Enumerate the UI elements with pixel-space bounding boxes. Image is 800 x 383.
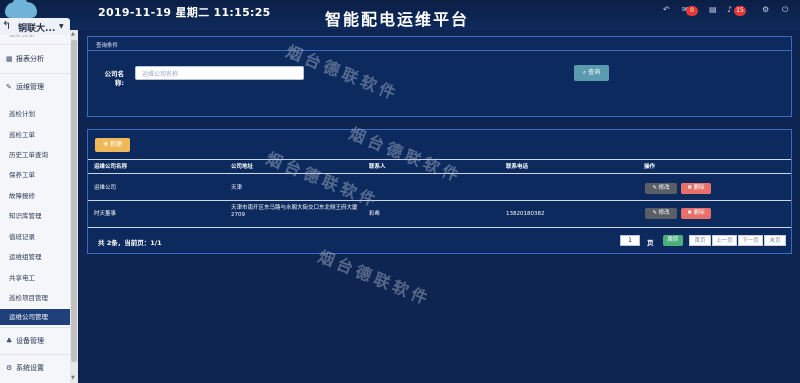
bell-icon[interactable]: ♪ [727,5,732,14]
header-datetime: 2019-11-19 星期二 11:15:25 [98,6,271,19]
page-unit-label: 页 [647,239,654,247]
table-cell-company: 时天董事 [94,211,117,217]
sidebar-item-devices[interactable]: ♣ 设备管理 [0,336,70,346]
edit-icon: ✎ [652,185,657,191]
table-icon: ▦ [6,55,13,63]
notification-badge: 15 [734,6,746,16]
sidebar-item-fault-report[interactable]: 故障报修 [0,190,70,200]
delete-button[interactable]: ✖ 删除 [681,183,711,194]
sidebar-item-shared-electrician[interactable]: 共享电工 [0,272,70,282]
first-page-button[interactable]: 首页 [689,235,711,246]
scroll-down-icon[interactable]: ▼ [71,375,75,381]
trash-icon: ✖ [687,210,692,216]
plus-icon: ✚ [103,141,109,148]
column-header-phone: 联系电话 [506,164,529,170]
trash-icon: ✖ [687,185,692,191]
scrollbar-thumb[interactable] [71,40,77,362]
sidebar-item-ops[interactable]: ✎ 运维管理 [0,82,70,92]
chevron-down-icon: ▼ [59,23,64,30]
logo-cloud-icon [5,0,37,18]
sidebar-item-ops-group[interactable]: 运维组管理 [0,251,70,261]
sidebar-item-knowledge[interactable]: 知识库管理 [0,210,70,220]
query-button[interactable]: ⌕ 查询 [574,65,609,81]
table-cell-phone: 13820180382 [506,211,545,217]
sidebar-item-ops-company[interactable]: 运维公司管理 [0,309,70,325]
pagination-summary: 共 2条，当前页：1/1 [98,239,162,247]
delete-button[interactable]: ✖ 删除 [681,208,711,219]
sitemap-icon: ♣ [6,337,13,345]
jump-button[interactable]: 跳转 [663,235,683,246]
sidebar-item-maintenance-order[interactable]: 保养工单 [0,169,70,179]
back-arrow-icon[interactable]: ↰ [2,19,11,32]
gear-icon: ⚙ [6,364,13,372]
query-panel-title: 查询条件 [88,37,791,51]
last-page-button[interactable]: 末页 [764,235,786,246]
page-number-input[interactable]: 1 [620,235,640,246]
back-icon[interactable]: ↶ [663,5,670,14]
next-page-button[interactable]: 下一页 [738,235,763,246]
table-cell-contact: 彩希 [369,211,381,217]
sidebar: 统计分析 ▦报表分析 ✎运维管理 巡检计划 巡检工单 历史工单查询 保养工单 故… [0,30,70,383]
column-header-contact: 联系人 [369,164,386,170]
column-header-address: 公司地址 [231,164,254,170]
prev-page-button[interactable]: 上一页 [712,235,737,246]
query-panel: 查询条件 公司名称: 运维公司名称 ⌕ 查询 [87,36,792,117]
sidebar-item-reports[interactable]: ▦ 报表分析 [0,54,70,64]
org-name: 铜联大... [18,24,56,34]
sidebar-item-patrol-project[interactable]: 巡检项目管理 [0,292,70,302]
sidebar-item-duty-log[interactable]: 值班记录 [0,231,70,241]
company-name-input[interactable]: 运维公司名称 [135,66,304,80]
page-title: 智能配电运维平台 [325,10,470,29]
sidebar-item-patrol-plan[interactable]: 巡检计划 [0,108,70,118]
company-name-label: 公司名称: [104,70,125,87]
scroll-up-icon[interactable]: ▲ [71,31,75,37]
calendar-icon[interactable]: ▤ [709,5,717,14]
sidebar-item-patrol-order[interactable]: 巡检工单 [0,129,70,139]
sidebar-item-settings[interactable]: ⚙ 系统设置 [0,363,70,373]
alarm-badge: 0 [686,6,698,16]
sidebar-scrollbar[interactable]: ▲ ▼ [70,30,78,383]
top-header: 2019-11-19 星期二 11:15:25 智能配电运维平台 ↶ ✉ 0 ▤… [0,0,800,30]
company-table-panel: ✚ 新建 运维公司名称 公司地址 联系人 联系电话 操作 运维公司 天津 ✎ 修… [87,129,792,254]
column-header-company: 运维公司名称 [94,164,128,170]
sidebar-item-history-order[interactable]: 历史工单查询 [0,149,70,159]
column-header-actions: 操作 [644,164,656,170]
search-icon: ⌕ [582,69,587,76]
org-selector[interactable]: ↰ 铜联大... ▼ [0,18,70,35]
edit-button[interactable]: ✎ 修改 [645,208,677,219]
new-button[interactable]: ✚ 新建 [95,138,130,152]
table-cell-address: 天津市南开区东马路与水阁大街交口东北侧王府大厦2709 [231,205,358,218]
gear-icon[interactable]: ⚙ [762,5,769,14]
table-cell-company: 运维公司 [94,185,117,191]
wrench-icon: ✎ [6,83,12,91]
edit-button[interactable]: ✎ 修改 [645,183,677,194]
table-cell-address: 天津 [231,185,243,191]
edit-icon: ✎ [652,210,657,216]
power-icon[interactable]: ⏻ [782,5,788,15]
